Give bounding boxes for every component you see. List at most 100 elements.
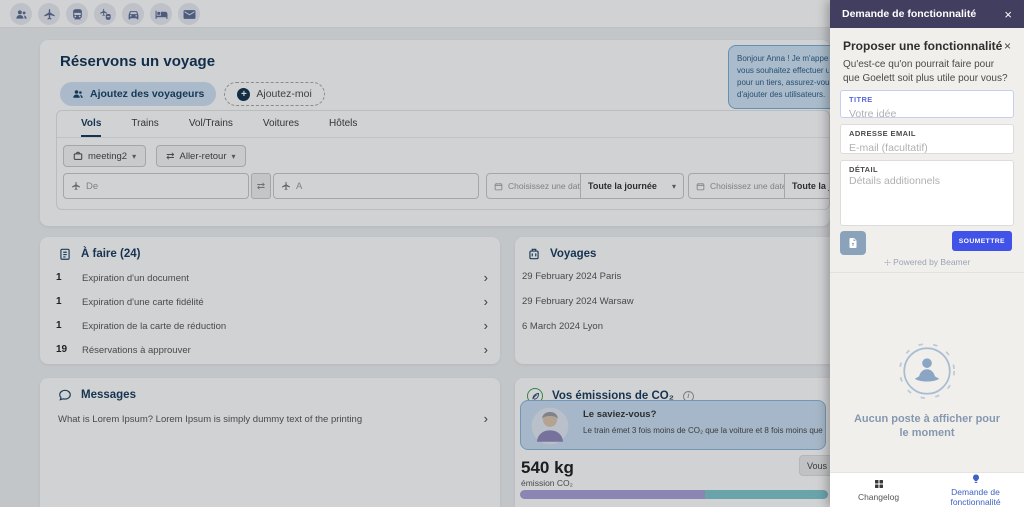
- add-me-label: Ajoutez-moi: [256, 88, 311, 100]
- page-title: Réservons un voyage: [60, 53, 215, 70]
- panel-bottom-tabs: Changelog Demande de fonctionnalité: [830, 472, 1024, 507]
- co2-tip-body: Le train émet 3 fois moins de CO₂ que la…: [583, 426, 826, 435]
- tab-vols[interactable]: Vols: [81, 111, 101, 137]
- return-time-dropdown[interactable]: Toute la journée: [785, 173, 830, 199]
- powered-by-text: Powered by Beamer: [893, 257, 970, 267]
- co2-emission-bar: [520, 490, 828, 499]
- departure-date-field[interactable]: Choisissez une date: [486, 173, 581, 199]
- todo-label: Réservations à approuver: [82, 345, 191, 356]
- todo-title: À faire (24): [81, 248, 140, 260]
- co2-caption: émission CO₂: [521, 478, 573, 488]
- departure-time-dropdown[interactable]: Toute la journée ▾: [581, 173, 684, 199]
- messages-card: Messages What is Lorem Ipsum? Lorem Ipsu…: [40, 378, 500, 507]
- toolbar-approvals-button[interactable]: [178, 3, 200, 25]
- powered-by: Powered by Beamer: [830, 257, 1024, 267]
- tab-trains[interactable]: Trains: [131, 111, 158, 137]
- messages-card-header: Messages: [58, 388, 136, 402]
- form-close-icon[interactable]: ×: [1004, 40, 1011, 52]
- todo-item-approvals[interactable]: 19 Réservations à approuver ›: [40, 339, 500, 363]
- todo-label: Expiration d'un document: [82, 273, 189, 284]
- assistant-chat-bubble: Bonjour Anna ! Je m'appelle J vous souha…: [728, 45, 838, 109]
- trips-title: Voyages: [550, 248, 596, 260]
- trip-direction-value: Aller-retour: [180, 151, 227, 162]
- beamer-icon: [884, 259, 891, 266]
- toolbar-flight-train-button[interactable]: [94, 3, 116, 25]
- trip-purpose-value: meeting2: [88, 151, 127, 162]
- mail-check-icon: [183, 8, 196, 21]
- title-field-label: TITRE: [849, 95, 1005, 104]
- detail-field-group: DÉTAIL: [840, 160, 1014, 226]
- traveler-actions: Ajoutez des voyageurs + Ajoutez-moi: [60, 82, 325, 106]
- message-item[interactable]: What is Lorem Ipsum? Lorem Ipsum is simp…: [40, 408, 500, 432]
- toolbar-car-button[interactable]: [122, 3, 144, 25]
- trip-purpose-dropdown[interactable]: meeting2 ▾: [63, 145, 146, 167]
- hotel-icon: [155, 8, 168, 21]
- trip-item-paris[interactable]: 29 February 2024 Paris: [522, 271, 621, 282]
- briefcase-icon: [73, 151, 83, 161]
- chevron-right-icon: ›: [484, 294, 488, 309]
- todo-count: 19: [56, 344, 76, 355]
- email-field-label: ADRESSE EMAIL: [849, 129, 1005, 138]
- destination-field[interactable]: A: [273, 173, 479, 199]
- plus-icon: +: [237, 88, 250, 101]
- todo-item-discount-card-expiry[interactable]: 1 Expiration de la carte de réduction ›: [40, 315, 500, 339]
- add-travelers-label: Ajoutez des voyageurs: [90, 88, 204, 100]
- panel-title: Demande de fonctionnalité: [842, 8, 976, 20]
- toolbar-users-button[interactable]: [10, 3, 32, 25]
- chevron-right-icon: ›: [484, 270, 488, 285]
- email-input[interactable]: [849, 141, 1005, 154]
- detail-field-label: DÉTAIL: [849, 165, 1005, 174]
- add-travelers-button[interactable]: Ajoutez des voyageurs: [60, 82, 216, 106]
- title-field-group: TITRE: [840, 90, 1014, 118]
- flight-icon: [43, 8, 56, 21]
- tab-vol-trains[interactable]: Vol/Trains: [189, 111, 233, 137]
- search-form-card: Vols Trains Vol/Trains Voitures Hôtels m…: [56, 110, 830, 210]
- todo-label: Expiration d'une carte fidélité: [82, 297, 204, 308]
- toolbar-hotel-button[interactable]: [150, 3, 172, 25]
- toolbar-train-button[interactable]: [66, 3, 88, 25]
- clipboard-icon: [58, 247, 72, 261]
- users-icon: [15, 8, 28, 21]
- panel-close-icon[interactable]: ×: [1004, 8, 1012, 21]
- chevron-right-icon: ›: [484, 411, 488, 426]
- tab-voitures[interactable]: Voitures: [263, 111, 299, 137]
- tab-feature-request[interactable]: Demande de fonctionnalité: [927, 473, 1024, 507]
- return-time-value: Toute la journée: [792, 181, 830, 191]
- todo-count: 1: [56, 272, 76, 283]
- swap-origin-destination-button[interactable]: ⇄: [251, 173, 271, 199]
- bubble-line: d'ajouter des utilisateurs.: [737, 89, 829, 101]
- origin-field[interactable]: De: [63, 173, 249, 199]
- bubble-line: vous souhaitez effectuer une: [737, 65, 829, 77]
- departure-date-placeholder: Choisissez une date: [508, 181, 581, 191]
- flight-icon: [281, 181, 291, 191]
- transport-tabs: Vols Trains Vol/Trains Voitures Hôtels: [57, 111, 829, 138]
- trips-card-header: Voyages: [527, 247, 596, 261]
- empty-state-text: Aucun poste à afficher pour le moment: [850, 412, 1004, 441]
- tab-changelog[interactable]: Changelog: [830, 473, 927, 507]
- trip-item-lyon[interactable]: 6 March 2024 Lyon: [522, 321, 603, 332]
- co2-tip-box: Le saviez-vous? Le train émet 3 fois moi…: [520, 400, 826, 450]
- speech-bubble-icon: [58, 388, 72, 402]
- add-me-button[interactable]: + Ajoutez-moi: [224, 82, 324, 106]
- users-icon: [72, 88, 84, 100]
- chevron-down-icon: ▾: [232, 152, 236, 161]
- trip-item-warsaw[interactable]: 29 February 2024 Warsaw: [522, 296, 634, 307]
- attach-file-button[interactable]: [840, 231, 866, 255]
- swap-icon: ⇄: [166, 151, 174, 162]
- bubble-line: Bonjour Anna ! Je m'appelle J: [737, 53, 829, 65]
- todo-item-document-expiry[interactable]: 1 Expiration d'un document ›: [40, 267, 500, 291]
- return-date-field[interactable]: Choisissez une date: [688, 173, 785, 199]
- co2-amount: 540 kg: [521, 458, 574, 478]
- tab-changelog-label: Changelog: [858, 492, 899, 502]
- tab-hotels[interactable]: Hôtels: [329, 111, 357, 137]
- messages-title: Messages: [81, 389, 136, 401]
- title-input[interactable]: [849, 107, 1005, 120]
- panel-header: Demande de fonctionnalité ×: [830, 0, 1024, 28]
- toolbar-flight-button[interactable]: [38, 3, 60, 25]
- detail-textarea[interactable]: [849, 174, 1005, 211]
- todo-item-loyalty-card-expiry[interactable]: 1 Expiration d'une carte fidélité ›: [40, 291, 500, 315]
- calendar-icon: [494, 182, 503, 191]
- trip-direction-dropdown[interactable]: ⇄ Aller-retour ▾: [156, 145, 245, 167]
- submit-button[interactable]: SOUMETTRE: [952, 231, 1012, 251]
- form-title-row: Proposer une fonctionnalité ×: [843, 39, 1011, 53]
